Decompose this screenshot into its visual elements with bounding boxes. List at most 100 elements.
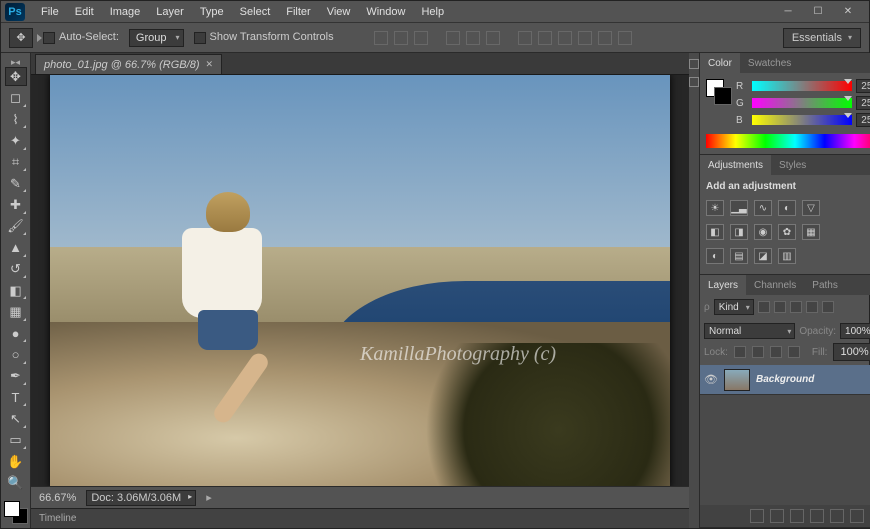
filter-shape-icon[interactable] [806,301,818,313]
workspace-switcher[interactable]: Essentials▾ [783,28,861,48]
move-tool[interactable]: ✥ [5,67,27,86]
color-preview[interactable] [706,79,732,105]
tab-swatches[interactable]: Swatches [740,53,799,73]
fill-adjust-icon[interactable] [810,509,824,523]
opacity-input[interactable]: 100% [840,323,870,339]
menu-image[interactable]: Image [102,3,149,21]
path-tool[interactable]: ↖ [5,409,27,428]
link-layers-icon[interactable] [750,509,764,523]
eraser-tool[interactable]: ◧ [5,281,27,300]
foreground-swatch[interactable] [4,501,20,517]
menu-filter[interactable]: Filter [278,3,318,21]
visibility-toggle[interactable]: 👁 [704,373,718,387]
fill-input[interactable]: 100% [833,343,870,361]
new-layer-icon[interactable] [850,509,864,523]
blend-mode-dropdown[interactable]: Normal [704,323,795,339]
align-icon[interactable] [394,31,408,45]
posterize-icon[interactable]: ▤ [730,248,748,264]
brush-tool[interactable]: 🖌 [5,217,27,236]
zoom-level[interactable]: 66.67% [39,492,76,504]
menu-layer[interactable]: Layer [148,3,192,21]
lock-all-icon[interactable] [788,346,800,358]
lasso-tool[interactable]: ⌇ [5,110,27,129]
pen-tool[interactable]: ✒ [5,367,27,386]
minimize-button[interactable]: ─ [777,5,799,19]
photo-filter-icon[interactable]: ◉ [754,224,772,240]
tab-layers[interactable]: Layers [700,275,746,295]
zoom-tool[interactable]: 🔍 [5,473,27,492]
history-brush-tool[interactable]: ↺ [5,260,27,279]
eyedropper-tool[interactable]: ✎ [5,174,27,193]
stamp-tool[interactable]: ▲ [5,238,27,257]
filter-type-icon[interactable] [790,301,802,313]
mask-icon[interactable] [790,509,804,523]
crop-tool[interactable]: ⌗ [5,153,27,172]
menu-type[interactable]: Type [192,3,232,21]
color-slider-r[interactable] [752,81,852,91]
map-icon[interactable]: ▥ [778,248,796,264]
filter-adjust-icon[interactable] [774,301,786,313]
align-icon[interactable] [466,31,480,45]
doc-info[interactable]: Doc: 3.06M/3.06M [86,490,196,506]
distribute-icon[interactable] [618,31,632,45]
type-tool[interactable]: T [5,388,27,407]
menu-help[interactable]: Help [413,3,452,21]
invert-icon[interactable]: ◐ [706,248,724,264]
heal-tool[interactable]: ✚ [5,195,27,214]
distribute-icon[interactable] [558,31,572,45]
spectrum-ramp[interactable] [706,134,870,148]
lookup-icon[interactable]: ▦ [802,224,820,240]
filter-kind-dropdown[interactable]: Kind [714,299,754,315]
align-icon[interactable] [446,31,460,45]
auto-select-checkbox[interactable]: Auto-Select: [43,31,119,43]
layer-row[interactable]: 👁 Background 🔒 [700,365,870,395]
mixer-icon[interactable]: ✿ [778,224,796,240]
lock-transparency-icon[interactable] [734,346,746,358]
distribute-icon[interactable] [578,31,592,45]
hue-icon[interactable]: ◧ [706,224,724,240]
tab-paths[interactable]: Paths [804,275,846,295]
exposure-icon[interactable]: ◐ [778,200,796,216]
document-tab[interactable]: photo_01.jpg @ 66.7% (RGB/8)✕ [35,54,222,74]
dock-icon[interactable] [689,59,699,69]
layer-name[interactable]: Background [756,374,868,385]
menu-edit[interactable]: Edit [67,3,102,21]
maximize-button[interactable]: ☐ [807,5,829,19]
curves-icon[interactable]: ∿ [754,200,772,216]
color-swatches[interactable] [4,501,28,524]
play-icon[interactable]: ▸ [206,491,212,504]
canvas[interactable]: KamillaPhotography (c) [50,75,670,486]
distribute-icon[interactable] [518,31,532,45]
auto-select-dropdown[interactable]: Group [129,29,184,47]
align-icon[interactable] [414,31,428,45]
filter-pixel-icon[interactable] [758,301,770,313]
wand-tool[interactable]: ✦ [5,131,27,150]
vibrance-icon[interactable]: ▽ [802,200,820,216]
blur-tool[interactable]: ● [5,324,27,343]
tab-styles[interactable]: Styles [771,155,814,175]
menu-file[interactable]: File [33,3,67,21]
brightness-icon[interactable]: ☀ [706,200,724,216]
color-value-r[interactable]: 255 [856,79,870,93]
lock-position-icon[interactable] [770,346,782,358]
bw-icon[interactable]: ◨ [730,224,748,240]
gradient-tool[interactable]: ▦ [5,302,27,321]
color-slider-b[interactable] [752,115,852,125]
dock-icon[interactable] [689,77,699,87]
active-tool-indicator[interactable]: ✥ [9,28,33,48]
distribute-icon[interactable] [538,31,552,45]
close-tab-icon[interactable]: ✕ [205,59,213,70]
align-icon[interactable] [486,31,500,45]
hand-tool[interactable]: ✋ [5,452,27,471]
levels-icon[interactable]: ▁▃ [730,200,748,216]
timeline-panel-tab[interactable]: Timeline [31,508,689,528]
dodge-tool[interactable]: ○ [5,345,27,364]
shape-tool[interactable]: ▭ [5,431,27,450]
menu-view[interactable]: View [319,3,359,21]
filter-smart-icon[interactable] [822,301,834,313]
canvas-viewport[interactable]: KamillaPhotography (c) [31,75,689,486]
color-slider-g[interactable] [752,98,852,108]
tab-channels[interactable]: Channels [746,275,804,295]
lock-pixels-icon[interactable] [752,346,764,358]
align-icon[interactable] [374,31,388,45]
